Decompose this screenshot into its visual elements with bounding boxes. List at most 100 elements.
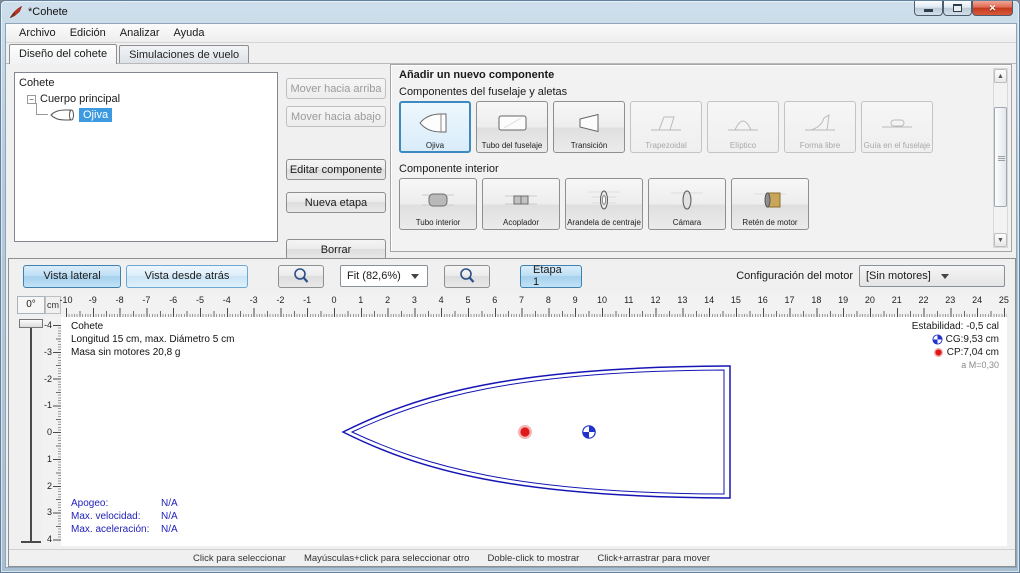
tree-item-label: Cuerpo principal [40, 93, 121, 105]
rotation-slider-handle[interactable] [19, 319, 43, 328]
window-title: *Cohete [28, 6, 68, 18]
delete-button[interactable]: Borrar [286, 239, 386, 260]
velocity-label: Max. velocidad: [71, 511, 141, 522]
component-label: Forma libre [799, 141, 841, 150]
motor-config-combo[interactable]: [Sin motores] [859, 265, 1005, 287]
scrollbar-thumb[interactable] [994, 107, 1007, 207]
zoom-in-button[interactable] [278, 264, 324, 288]
magnifier-icon [458, 267, 476, 285]
button-label: Mover hacia abajo [291, 110, 381, 123]
add-bulkhead-button[interactable]: Cámara [648, 178, 726, 230]
tree-branch-line [36, 103, 48, 115]
side-view-toggle[interactable]: Vista lateral [23, 264, 121, 288]
add-elliptical-fin-button[interactable]: Elíptico [707, 101, 779, 153]
status-hint: Mayúsculas+click para seleccionar otro [303, 552, 470, 564]
back-view-toggle[interactable]: Vista desde atrás [126, 264, 248, 288]
component-label: Acoplador [502, 218, 540, 227]
component-label: Transición [570, 141, 608, 150]
status-hint-bar: Click para seleccionar Mayúsculas+click p… [9, 549, 1015, 566]
add-engine-block-button[interactable]: Retén de motor [731, 178, 809, 230]
rotation-value: 0° [17, 296, 45, 314]
acceleration-label: Max. aceleración: [71, 524, 150, 535]
move-down-button[interactable]: Mover hacia abajo [286, 106, 386, 127]
horizontal-ruler: -10 -9 -8 -7 -6 -5 -4 -3 -2 -1 0 1 2 3 4 5 6 7 8 9 10 11 12 13 1… [60, 295, 1009, 317]
tab-rocket-design[interactable]: Diseño del cohete [9, 44, 118, 64]
tree-item-rocket[interactable]: Cohete [19, 75, 277, 91]
button-label: Borrar [320, 243, 352, 256]
fuselage-component-row: Ojiva Tubo del fuselaje Transición Trape… [399, 101, 1003, 153]
tree-item-nosecone[interactable]: Ojiva [19, 103, 277, 123]
add-bodytube-button[interactable]: Tubo del fuselaje [476, 101, 548, 153]
edit-component-button[interactable]: Editar componente [286, 159, 386, 180]
close-button[interactable]: ✕ [972, 1, 1013, 16]
stage-1-toggle[interactable]: Etapa 1 [520, 264, 582, 288]
chevron-down-icon [410, 273, 419, 279]
add-freeform-fin-button[interactable]: Forma libre [784, 101, 856, 153]
menu-item[interactable]: Archivo [12, 25, 63, 41]
scroll-down-arrow-icon[interactable]: ▼ [994, 233, 1007, 247]
add-inner-tube-button[interactable]: Tubo interior [399, 178, 477, 230]
tree-item-stage[interactable]: − Cuerpo principal [19, 91, 277, 107]
menu-bar: Archivo Edición Analizar Ayuda [6, 24, 1016, 43]
view-toolbar: Vista lateral Vista desde atrás Fit (82,… [9, 263, 1015, 289]
chevron-down-icon [940, 273, 949, 279]
component-label: Elíptico [729, 141, 757, 150]
scroll-up-arrow-icon[interactable]: ▲ [994, 69, 1007, 83]
component-label: Tubo del fuselaje [481, 141, 543, 150]
rotation-slider-track[interactable] [30, 325, 32, 543]
button-label: Mover hacia arriba [290, 82, 382, 95]
apogee-label: Apogeo: [71, 498, 109, 509]
zoom-level-combo[interactable]: Fit (82,6%) [340, 265, 428, 287]
new-stage-button[interactable]: Nueva etapa [286, 192, 386, 213]
nosecone-inner-line [350, 369, 725, 495]
move-up-button[interactable]: Mover hacia arriba [286, 78, 386, 99]
status-hint: Click+arrastrar para mover [597, 552, 711, 564]
add-coupler-button[interactable]: Acoplador [482, 178, 560, 230]
maximize-button[interactable] [943, 1, 972, 16]
add-nosecone-button[interactable]: Ojiva [399, 101, 471, 153]
component-label: Cámara [672, 218, 702, 227]
add-rail-guide-button[interactable]: Guía en el fuselaje [861, 101, 933, 153]
apogee-value: N/A [161, 498, 178, 509]
app-window: *Cohete ✕ Archivo Edición Analizar Ayuda Di… [0, 0, 1020, 573]
button-label: Etapa 1 [533, 264, 562, 288]
menu-item[interactable]: Edición [63, 25, 113, 41]
add-centering-ring-button[interactable]: Arandela de centraje [565, 178, 643, 230]
zoom-out-button[interactable] [444, 264, 490, 288]
rotation-slider-base [21, 541, 41, 543]
minimize-button[interactable] [914, 1, 943, 16]
centering-ring-icon [586, 181, 622, 218]
add-trapezoidal-fin-button[interactable]: Trapezoidal [630, 101, 702, 153]
component-label: Guía en el fuselaje [863, 141, 931, 150]
title-bar: *Cohete ✕ [1, 1, 1019, 23]
combo-value: [Sin motores] [866, 270, 931, 282]
panel-title: Añadir un nuevo componente [399, 69, 555, 81]
rail-guide-icon [880, 104, 914, 141]
tab-flight-simulations[interactable]: Simulaciones de vuelo [119, 45, 250, 63]
interior-component-row: Tubo interior Acoplador Arandela de cent… [399, 178, 1003, 230]
cg-marker-icon [582, 425, 596, 439]
add-component-panel: Añadir un nuevo componente Componentes d… [390, 64, 1012, 252]
nosecone-icon [50, 109, 76, 121]
component-label: Retén de motor [742, 218, 798, 227]
transition-icon [572, 104, 606, 141]
collapse-icon[interactable]: − [27, 94, 36, 104]
menu-item[interactable]: Ayuda [167, 25, 212, 41]
rocket-name: Cohete [71, 321, 104, 332]
cp-marker-icon [933, 347, 944, 358]
status-hint: Click para seleccionar [193, 552, 286, 564]
menu-item[interactable]: Analizar [113, 25, 167, 41]
nosecone-outline[interactable] [341, 365, 731, 499]
tab-bar: Diseño del cohete Simulaciones de vuelo [6, 43, 1016, 64]
rocket-dimensions: Longitud 15 cm, max. Diámetro 5 cm [71, 334, 235, 345]
status-hint: Doble-click to mostrar [487, 552, 580, 564]
rocket-icon [9, 5, 23, 19]
add-transition-button[interactable]: Transición [553, 101, 625, 153]
bulkhead-icon [669, 181, 705, 218]
component-label: Trapezoidal [645, 141, 687, 150]
freeform-fin-icon [803, 104, 837, 141]
component-label: Ojiva [425, 141, 445, 150]
inner-tube-icon [420, 181, 456, 218]
rocket-canvas[interactable]: Cohete Longitud 15 cm, max. Diámetro 5 c… [61, 317, 1007, 546]
magnifier-icon [292, 267, 310, 285]
